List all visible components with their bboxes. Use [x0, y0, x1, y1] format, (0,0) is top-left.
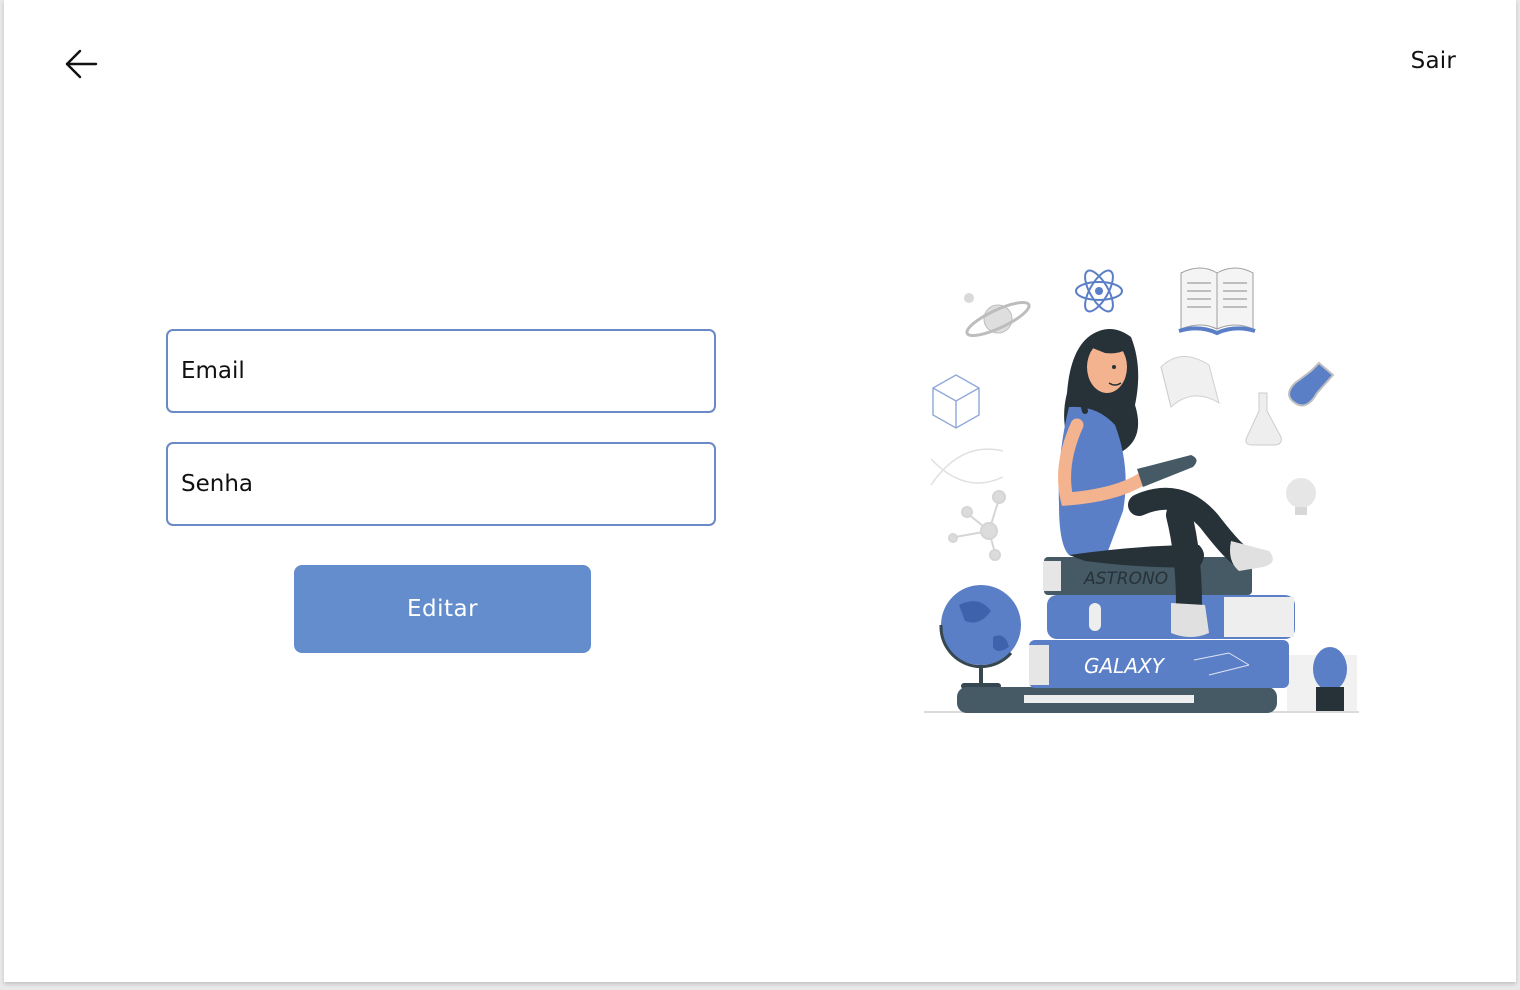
- profile-edit-screen: Sair Editar: [4, 0, 1516, 982]
- password-field[interactable]: [166, 442, 716, 526]
- flask-icon: [1288, 361, 1335, 407]
- globe-icon: [939, 585, 1021, 689]
- password-input[interactable]: [181, 471, 714, 497]
- arrow-left-icon: [65, 49, 98, 79]
- molecule-icon: [948, 490, 1006, 561]
- book-galaxy-label: GALAXY: [1084, 654, 1166, 678]
- planet-icon: [964, 293, 1031, 338]
- edit-button[interactable]: Editar: [294, 565, 591, 653]
- open-book-icon: [1178, 267, 1256, 336]
- cactus-icon: [1287, 647, 1357, 711]
- beaker-icon: [1245, 392, 1282, 446]
- book-astrono-label: ASTRONO: [1083, 569, 1168, 589]
- dna-icon: [930, 448, 1004, 486]
- student-reading-illustration: GALAXY ASTRONO: [924, 267, 1359, 713]
- back-button[interactable]: [62, 46, 100, 82]
- lightbulb-icon: [1286, 478, 1316, 515]
- atom-icon: [1075, 269, 1123, 313]
- logout-link[interactable]: Sair: [1411, 48, 1456, 74]
- cube-icon: [932, 374, 980, 429]
- email-field[interactable]: [166, 329, 716, 413]
- email-input[interactable]: [181, 358, 714, 384]
- book-icon: [1160, 356, 1220, 408]
